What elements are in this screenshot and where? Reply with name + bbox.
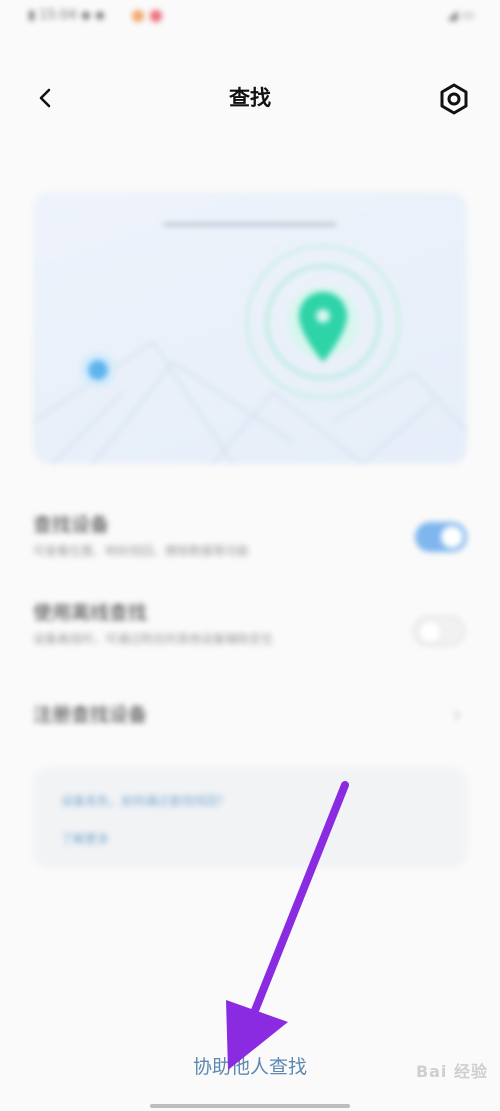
info-link-lost-device[interactable]: 设备丢失，如何通过查找找回？ (61, 792, 229, 809)
find-device-toggle[interactable] (415, 522, 467, 552)
row-title: 使用离线查找 (33, 602, 148, 624)
offline-find-toggle[interactable] (413, 616, 465, 646)
row-title: 查找设备 (33, 514, 110, 536)
settings-button[interactable] (433, 78, 475, 120)
chevron-right-icon: › (453, 702, 461, 726)
notification-dot (150, 10, 162, 22)
status-notification-dots (132, 10, 162, 22)
map-card: ━━━━━━━━━━━━━━━━━━━━━━ (33, 192, 467, 464)
row-offline-find[interactable]: 使用离线查找 设备离线时，可通过附近的其他设备辅助定位 (33, 598, 467, 668)
status-time: ▮ 15:04 ◆ ◆ (28, 8, 106, 23)
info-card: 设备丢失，如何通过查找找回？ 了解更多 (33, 768, 467, 868)
map-caption: ━━━━━━━━━━━━━━━━━━━━━━ (163, 218, 337, 233)
notification-dot (132, 10, 144, 22)
page-title: 查找 (229, 86, 271, 110)
gear-icon (440, 83, 468, 115)
status-bar: ▮ 15:04 ◆ ◆ ◢ ▭ (0, 0, 500, 40)
row-title: 注册查找设备 (33, 704, 148, 726)
status-battery: ◢ ▭ (447, 8, 474, 23)
row-subtitle: 可查看位置、响铃找回、擦除数据等功能 (33, 544, 250, 558)
info-link-learn-more[interactable]: 了解更多 (61, 830, 109, 847)
home-indicator[interactable] (150, 1104, 350, 1108)
watermark: Bai 经验 (415, 1062, 488, 1081)
row-subtitle: 设备离线时，可通过附近的其他设备辅助定位 (33, 632, 274, 646)
row-register-device[interactable]: 注册查找设备 › (33, 700, 467, 732)
toggle-knob (418, 620, 442, 644)
row-find-device[interactable]: 查找设备 可查看位置、响铃找回、擦除数据等功能 (33, 510, 467, 566)
toggle-knob (441, 526, 463, 548)
